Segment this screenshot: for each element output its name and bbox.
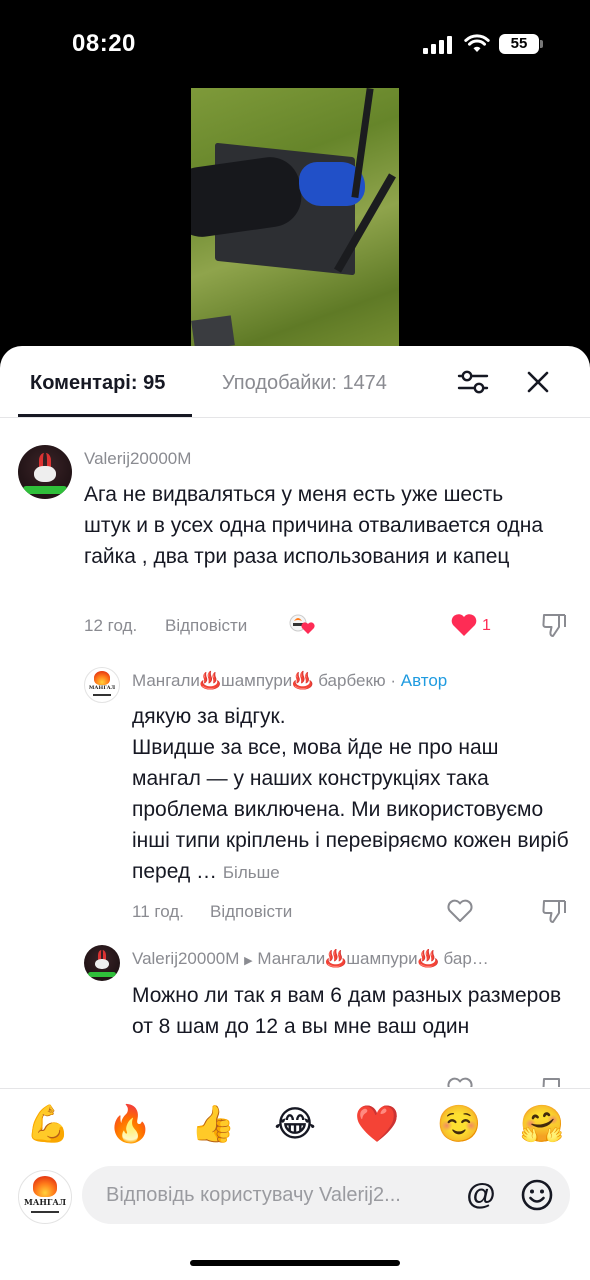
comment-username[interactable]: Мангали♨️шампури♨️ барбекю · Автор (132, 671, 447, 691)
reply-input[interactable] (106, 1166, 462, 1224)
status-time: 08:20 (72, 30, 136, 57)
avatar-text: МАНГАЛ (23, 1197, 67, 1207)
close-icon[interactable] (524, 368, 552, 396)
comment-username[interactable]: Valerij20000M (84, 449, 191, 469)
emoji-bar: 💪 🔥 👍 😂 ❤️ ☺️ 🤗 (0, 1088, 590, 1162)
reply-to-user[interactable]: Мангали♨️шампури♨️ бар… (257, 949, 488, 968)
filter-icon[interactable] (457, 368, 489, 396)
author-badge: Автор (400, 671, 448, 690)
author-name[interactable]: Мангали♨️шампури♨️ барбекю (132, 671, 386, 690)
reply-button[interactable]: Відповісти (210, 902, 292, 922)
home-indicator (190, 1260, 400, 1266)
more-button[interactable]: Більше (223, 863, 280, 882)
reply-input-row: МАНГАЛ @ (0, 1162, 590, 1242)
comment-text: Можно ли так я вам 6 дам разных размеров… (132, 984, 562, 1038)
comments-sheet: Коментарі: 95 Уподобайки: 1474 Valerij20… (0, 346, 590, 1280)
comment-text: дякую за відгук. Швидше за все, мова йде… (132, 701, 572, 888)
emoji-red-heart[interactable]: ❤️ (353, 1103, 401, 1147)
like-heart-icon[interactable] (446, 1077, 474, 1087)
battery-icon: 55 (499, 34, 539, 54)
avatar[interactable] (18, 445, 72, 499)
creator-liked-icon (289, 614, 315, 634)
video-preview[interactable] (191, 88, 399, 358)
avatar[interactable]: МАНГАЛ (84, 667, 120, 703)
avatar[interactable] (84, 945, 120, 981)
like-heart-icon[interactable] (446, 899, 474, 923)
reply-button[interactable]: Відповісти (165, 616, 247, 636)
dislike-icon[interactable] (540, 1075, 568, 1087)
active-tab-indicator (18, 414, 192, 417)
avatar-text: МАНГАЛ (88, 685, 116, 691)
tab-comments[interactable]: Коментарі: 95 (30, 372, 165, 395)
like-heart-icon[interactable] (450, 613, 478, 637)
comments-list: Valerij20000M Ага не видваляться у меня … (0, 419, 590, 1087)
status-bar: 08:20 55 (0, 0, 590, 88)
reply-author[interactable]: Valerij20000M (132, 949, 239, 968)
like-count: 1 (482, 617, 491, 634)
emoji-hugging[interactable]: 🤗 (518, 1103, 566, 1147)
mention-icon[interactable]: @ (464, 1178, 498, 1212)
dislike-icon[interactable] (540, 611, 568, 639)
wifi-icon (464, 34, 490, 52)
reply-arrow-icon: ▶ (244, 955, 253, 967)
emoji-smiling[interactable]: ☺️ (435, 1103, 483, 1147)
comment-time: 12 год. (84, 616, 138, 635)
comment-username[interactable]: Valerij20000M ▶ Мангали♨️шампури♨️ бар… (132, 949, 572, 969)
tab-likes[interactable]: Уподобайки: 1474 (222, 372, 387, 395)
battery-cap (540, 40, 543, 48)
signal-icon (423, 36, 453, 54)
comment-time: 11 год. (132, 902, 184, 921)
comments-tabs: Коментарі: 95 Уподобайки: 1474 (0, 346, 590, 418)
emoji-fire[interactable]: 🔥 (106, 1103, 154, 1147)
emoji-thumbs-up[interactable]: 👍 (189, 1103, 237, 1147)
emoji-flexed-biceps[interactable]: 💪 (24, 1103, 72, 1147)
emoji-picker-icon[interactable] (520, 1178, 554, 1212)
emoji-tears-of-joy[interactable]: 😂 (271, 1103, 319, 1147)
my-avatar[interactable]: МАНГАЛ (18, 1170, 72, 1224)
reply-input-box[interactable]: @ (82, 1166, 570, 1224)
comment-body: дякую за відгук. Швидше за все, мова йде… (132, 705, 569, 883)
author-separator: · (385, 671, 401, 690)
dislike-icon[interactable] (540, 897, 568, 925)
comment-text: Ага не видваляться у меня есть уже шесть… (84, 483, 544, 568)
